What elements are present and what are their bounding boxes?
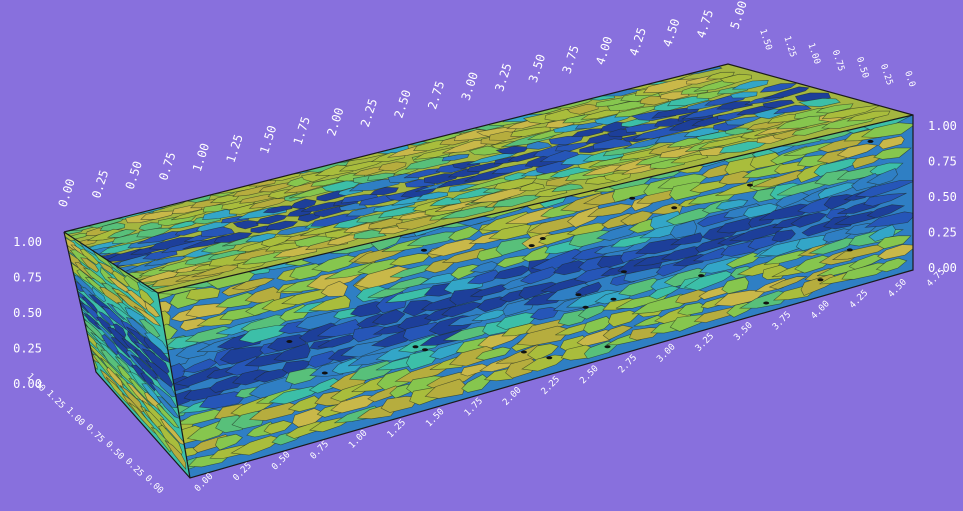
grain-marker — [671, 206, 678, 210]
tick-label-right-vertical: 0.25 — [928, 226, 957, 240]
tick-label-left-vertical: 0.75 — [13, 271, 42, 285]
grain-marker — [629, 196, 636, 200]
grain-marker — [422, 348, 428, 352]
grain-marker — [546, 356, 553, 360]
tick-label-left-vertical: 0.50 — [13, 306, 42, 320]
grain-marker — [582, 305, 589, 309]
grain-marker — [421, 248, 427, 252]
grain-marker — [698, 274, 705, 278]
tick-label-left-vertical: 1.00 — [13, 235, 42, 249]
tick-label-right-vertical: 0.50 — [928, 190, 957, 204]
grain-marker — [520, 350, 527, 354]
tick-label-right-vertical: 0.75 — [928, 155, 957, 169]
grain-marker — [867, 139, 874, 143]
grain-marker — [817, 278, 824, 282]
grain-marker — [610, 297, 617, 301]
grain-marker — [763, 301, 770, 305]
grain-marker — [846, 248, 853, 252]
grain-marker — [321, 371, 328, 375]
grain-marker — [604, 345, 611, 349]
grain-marker — [620, 270, 627, 274]
grain-microstructure-view: 0.00 0.25 0.50 0.75 1.00 1.25 1.50 1.75 2.00 2.25… — [0, 0, 963, 511]
grain-marker — [575, 293, 582, 297]
grain-marker — [286, 340, 293, 343]
tick-label-right-vertical: 1.00 — [928, 119, 957, 133]
tick-label-left-vertical: 0.25 — [13, 342, 42, 356]
grain-marker — [747, 183, 753, 187]
grain-marker — [412, 345, 419, 349]
grain-marker — [539, 237, 546, 240]
grain-marker — [528, 244, 535, 248]
